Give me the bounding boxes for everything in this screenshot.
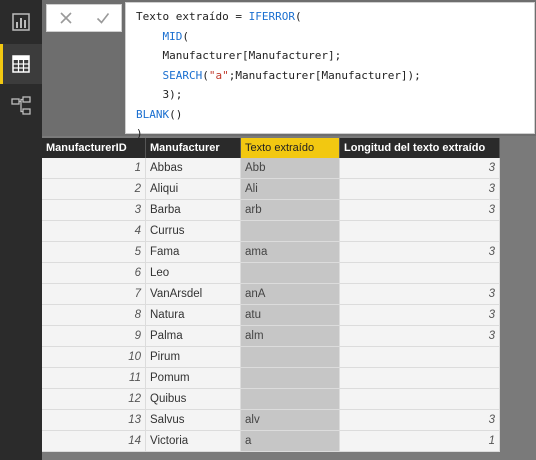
cell-manufacturer[interactable]: Leo bbox=[146, 263, 241, 283]
cell-manufacturer[interactable]: Palma bbox=[146, 326, 241, 346]
table-row[interactable]: 9 Palma alm 3 bbox=[42, 326, 500, 347]
table-row[interactable]: 11 Pomum bbox=[42, 368, 500, 389]
cell-manufacturerid[interactable]: 9 bbox=[42, 326, 146, 346]
cell-longitud[interactable] bbox=[340, 389, 500, 409]
cell-texto-extraido[interactable] bbox=[241, 221, 340, 241]
column-header-longitud[interactable]: Longitud del texto extraído bbox=[340, 138, 500, 158]
cell-longitud[interactable]: 3 bbox=[340, 305, 500, 325]
cell-manufacturerid[interactable]: 13 bbox=[42, 410, 146, 430]
cell-manufacturer[interactable]: Natura bbox=[146, 305, 241, 325]
table-row[interactable]: 10 Pirum bbox=[42, 347, 500, 368]
cell-longitud[interactable] bbox=[340, 368, 500, 388]
relationships-view-icon bbox=[11, 96, 31, 115]
table-row[interactable]: 4 Currus bbox=[42, 221, 500, 242]
table-header: ManufacturerID Manufacturer Texto extraí… bbox=[42, 138, 500, 158]
cell-manufacturerid[interactable]: 1 bbox=[42, 158, 146, 178]
cell-manufacturerid[interactable]: 7 bbox=[42, 284, 146, 304]
table-row[interactable]: 2 Aliqui Ali 3 bbox=[42, 179, 500, 200]
cell-texto-extraido[interactable]: alv bbox=[241, 410, 340, 430]
formula-actions bbox=[46, 4, 122, 32]
check-icon bbox=[96, 13, 109, 24]
cell-longitud[interactable]: 3 bbox=[340, 179, 500, 199]
cell-manufacturerid[interactable]: 10 bbox=[42, 347, 146, 367]
cell-manufacturer[interactable]: Quibus bbox=[146, 389, 241, 409]
cell-manufacturerid[interactable]: 8 bbox=[42, 305, 146, 325]
column-header-manufacturer[interactable]: Manufacturer bbox=[146, 138, 241, 158]
column-header-manufacturerid[interactable]: ManufacturerID bbox=[42, 138, 146, 158]
cell-longitud[interactable] bbox=[340, 221, 500, 241]
cell-manufacturer[interactable]: Barba bbox=[146, 200, 241, 220]
cell-longitud[interactable] bbox=[340, 263, 500, 283]
cell-manufacturerid[interactable]: 6 bbox=[42, 263, 146, 283]
cell-manufacturer[interactable]: Aliqui bbox=[146, 179, 241, 199]
dax-formula-editor[interactable]: Texto extraído = IFERROR( MID( Manufactu… bbox=[125, 2, 535, 140]
cell-texto-extraido[interactable] bbox=[241, 389, 340, 409]
table-body: 1 Abbas Abb 3 2 Aliqui Ali 3 3 Barba arb 3 4 Currus 5 F… bbox=[42, 158, 500, 452]
cell-manufacturerid[interactable]: 2 bbox=[42, 179, 146, 199]
cell-manufacturerid[interactable]: 12 bbox=[42, 389, 146, 409]
cell-manufacturer[interactable]: Fama bbox=[146, 242, 241, 262]
cancel-formula-button[interactable] bbox=[47, 5, 84, 31]
table-row[interactable]: 6 Leo bbox=[42, 263, 500, 284]
commit-formula-button[interactable] bbox=[84, 5, 121, 31]
cell-texto-extraido[interactable]: Ali bbox=[241, 179, 340, 199]
close-icon bbox=[59, 12, 72, 24]
cell-manufacturerid[interactable]: 5 bbox=[42, 242, 146, 262]
formula-line-5: 3); bbox=[136, 88, 183, 101]
cell-longitud[interactable]: 3 bbox=[340, 200, 500, 220]
formula-line-4: SEARCH("a";Manufacturer[Manufacturer]); bbox=[162, 68, 421, 82]
table-row[interactable]: 8 Natura atu 3 bbox=[42, 305, 500, 326]
cell-texto-extraido[interactable] bbox=[241, 368, 340, 388]
data-view-button[interactable] bbox=[0, 44, 42, 84]
cell-texto-extraido[interactable]: a bbox=[241, 431, 340, 451]
cell-manufacturer[interactable]: Abbas bbox=[146, 158, 241, 178]
cell-longitud[interactable]: 1 bbox=[340, 431, 500, 451]
cell-texto-extraido[interactable]: atu bbox=[241, 305, 340, 325]
cell-manufacturer[interactable]: Pirum bbox=[146, 347, 241, 367]
cell-manufacturer[interactable]: Victoria bbox=[146, 431, 241, 451]
data-view-icon bbox=[12, 55, 30, 73]
cell-longitud[interactable]: 3 bbox=[340, 284, 500, 304]
cell-texto-extraido[interactable]: Abb bbox=[241, 158, 340, 178]
formula-line-1: Texto extraído = IFERROR( bbox=[136, 10, 302, 23]
table-row[interactable]: 3 Barba arb 3 bbox=[42, 200, 500, 221]
cell-longitud[interactable]: 3 bbox=[340, 410, 500, 430]
table-row[interactable]: 5 Fama ama 3 bbox=[42, 242, 500, 263]
table-row[interactable]: 12 Quibus bbox=[42, 389, 500, 410]
cell-texto-extraido[interactable]: ama bbox=[241, 242, 340, 262]
cell-texto-extraido[interactable]: arb bbox=[241, 200, 340, 220]
cell-longitud[interactable]: 3 bbox=[340, 326, 500, 346]
cell-texto-extraido[interactable]: anA bbox=[241, 284, 340, 304]
table-row[interactable]: 14 Victoria a 1 bbox=[42, 431, 500, 452]
cell-longitud[interactable]: 3 bbox=[340, 242, 500, 262]
cell-longitud[interactable]: 3 bbox=[340, 158, 500, 178]
formula-line-6: BLANK() bbox=[136, 107, 183, 121]
cell-manufacturer[interactable]: VanArsdel bbox=[146, 284, 241, 304]
formula-line-2: MID( bbox=[162, 29, 190, 43]
cell-texto-extraido[interactable] bbox=[241, 347, 340, 367]
cell-manufacturerid[interactable]: 4 bbox=[42, 221, 146, 241]
table-row[interactable]: 7 VanArsdel anA 3 bbox=[42, 284, 500, 305]
data-table: ManufacturerID Manufacturer Texto extraí… bbox=[42, 138, 500, 452]
cell-manufacturer[interactable]: Pomum bbox=[146, 368, 241, 388]
report-view-button[interactable] bbox=[0, 2, 42, 42]
cell-longitud[interactable] bbox=[340, 347, 500, 367]
cell-texto-extraido[interactable]: alm bbox=[241, 326, 340, 346]
formula-bar: Texto extraído = IFERROR( MID( Manufactu… bbox=[42, 0, 536, 140]
relationships-view-button[interactable] bbox=[0, 86, 42, 126]
cell-texto-extraido[interactable] bbox=[241, 263, 340, 283]
cell-manufacturerid[interactable]: 3 bbox=[42, 200, 146, 220]
cell-manufacturer[interactable]: Salvus bbox=[146, 410, 241, 430]
table-row[interactable]: 13 Salvus alv 3 bbox=[42, 410, 500, 431]
cell-manufacturer[interactable]: Currus bbox=[146, 221, 241, 241]
cell-manufacturerid[interactable]: 14 bbox=[42, 431, 146, 451]
formula-line-3: Manufacturer[Manufacturer]; bbox=[136, 49, 342, 62]
report-view-icon bbox=[12, 13, 30, 31]
view-switcher-rail bbox=[0, 0, 42, 460]
table-row[interactable]: 1 Abbas Abb 3 bbox=[42, 158, 500, 179]
cell-manufacturerid[interactable]: 11 bbox=[42, 368, 146, 388]
column-header-texto-extraido[interactable]: Texto extraído bbox=[241, 138, 340, 158]
